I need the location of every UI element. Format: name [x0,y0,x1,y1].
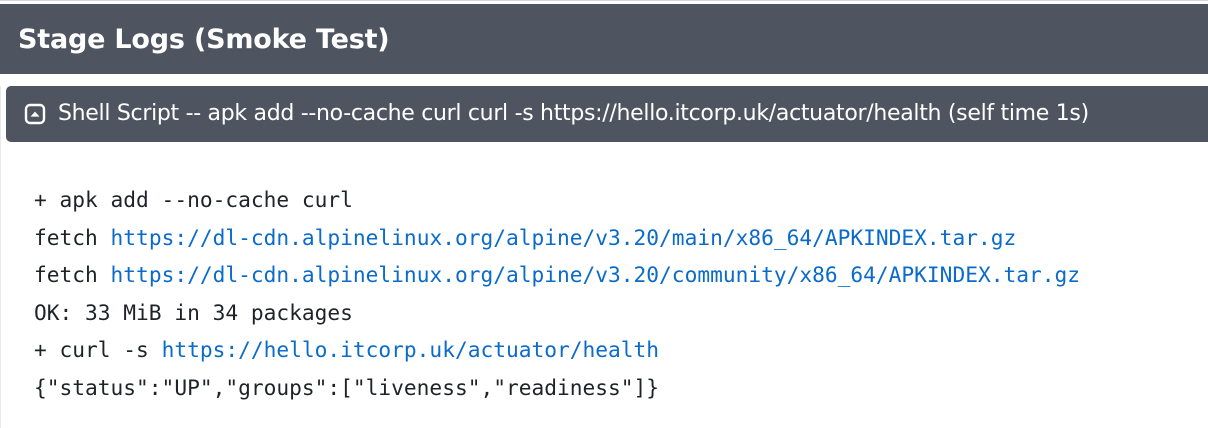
log-link[interactable]: https://dl-cdn.alpinelinux.org/alpine/v3… [111,225,1017,250]
log-line-text: + curl -s [34,337,162,362]
log-line: {"status":"UP","groups":["liveness","rea… [34,369,1204,407]
log-link[interactable]: https://dl-cdn.alpinelinux.org/alpine/v3… [111,262,1080,287]
log-line: + apk add --no-cache curl [34,181,1204,219]
log-line-text: fetch [34,262,111,287]
log-line-text: OK: 33 MiB in 34 packages [34,299,353,325]
log-left-border [0,86,1,428]
log-line: + curl -s https://hello.itcorp.uk/actuat… [34,331,1204,369]
step-title: Shell Script -- apk add --no-cache curl … [58,101,1089,126]
log-link[interactable]: https://hello.itcorp.uk/actuator/health [162,337,659,362]
log-output: + apk add --no-cache curl fetch https://d… [34,181,1204,406]
collapse-toggle-icon[interactable] [24,103,46,125]
log-line: OK: 33 MiB in 34 packages [34,294,1204,332]
stage-logs-header: Stage Logs (Smoke Test) [0,4,1208,74]
page-title: Stage Logs (Smoke Test) [18,23,390,55]
log-line-text: + apk add --no-cache curl [34,187,353,212]
log-line: fetch https://dl-cdn.alpinelinux.org/alp… [34,219,1204,257]
step-header-shell-script[interactable]: Shell Script -- apk add --no-cache curl … [6,86,1208,142]
log-line: fetch https://dl-cdn.alpinelinux.org/alp… [34,256,1204,294]
log-line-text: {"status":"UP","groups":["liveness","rea… [34,374,660,400]
log-line-text: fetch [34,224,111,250]
